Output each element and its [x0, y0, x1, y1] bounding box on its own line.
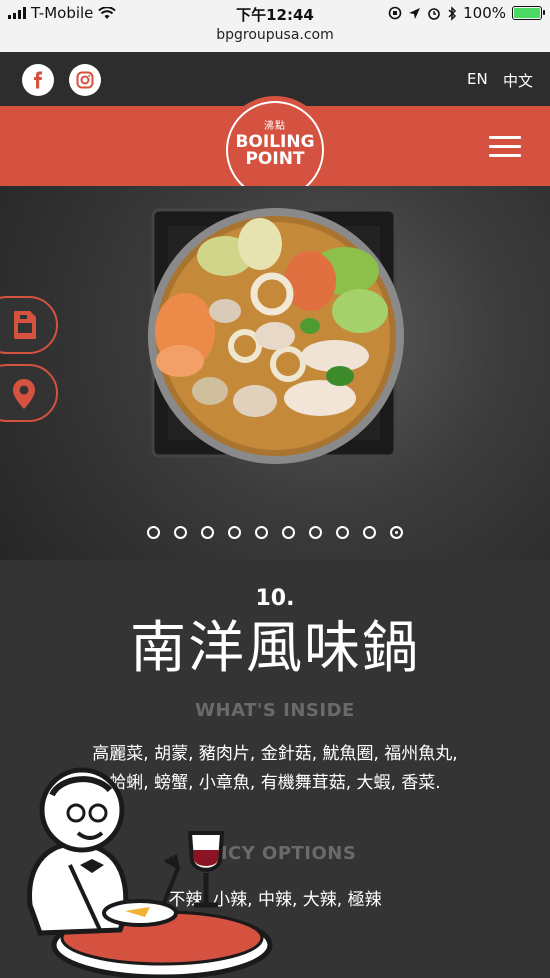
status-bar: T-Mobile 下午12:44 100% bpgroupusa.com	[0, 0, 550, 52]
battery-percent: 100%	[463, 4, 506, 22]
rotation-lock-icon	[388, 6, 402, 20]
facebook-icon	[34, 71, 42, 89]
menu-pdf-button[interactable]	[0, 296, 58, 354]
header-bar: 沸點 BOILING POINT	[0, 96, 550, 204]
carousel-dot[interactable]	[201, 526, 214, 539]
hotpot-image	[148, 208, 404, 464]
lang-zh-link[interactable]: 中文	[503, 70, 533, 91]
pdf-icon	[14, 311, 36, 339]
battery-icon	[512, 6, 545, 20]
carousel-dot[interactable]	[228, 526, 241, 539]
dining-badge-icon	[27, 767, 273, 978]
menu-button[interactable]	[489, 136, 521, 158]
lang-en-link[interactable]: EN	[467, 70, 488, 88]
carousel-dot[interactable]	[336, 526, 349, 539]
carousel-dot[interactable]	[363, 526, 376, 539]
facebook-button[interactable]	[22, 64, 54, 96]
logo-text-line2: POINT	[245, 149, 305, 169]
url-bar[interactable]: bpgroupusa.com	[0, 27, 550, 43]
map-pin-icon	[13, 379, 35, 409]
hero-carousel[interactable]	[0, 186, 550, 560]
dish-title: 南洋風味鍋	[130, 616, 420, 681]
dish-number: 10.	[255, 586, 295, 611]
location-button[interactable]	[0, 364, 58, 422]
instagram-icon	[76, 71, 94, 89]
carousel-dot[interactable]	[255, 526, 268, 539]
carousel-dots	[0, 526, 550, 539]
bluetooth-icon	[448, 5, 457, 21]
location-arrow-icon	[409, 7, 421, 19]
alarm-icon	[428, 8, 440, 20]
whats-inside-heading: WHAT'S INSIDE	[195, 700, 355, 721]
carousel-dot[interactable]	[282, 526, 295, 539]
carousel-dot[interactable]	[174, 526, 187, 539]
carousel-dot[interactable]	[390, 526, 403, 539]
logo-chinese-text: 沸點	[264, 121, 286, 132]
instagram-button[interactable]	[69, 64, 101, 96]
carousel-dot[interactable]	[309, 526, 322, 539]
carousel-dot[interactable]	[147, 526, 160, 539]
